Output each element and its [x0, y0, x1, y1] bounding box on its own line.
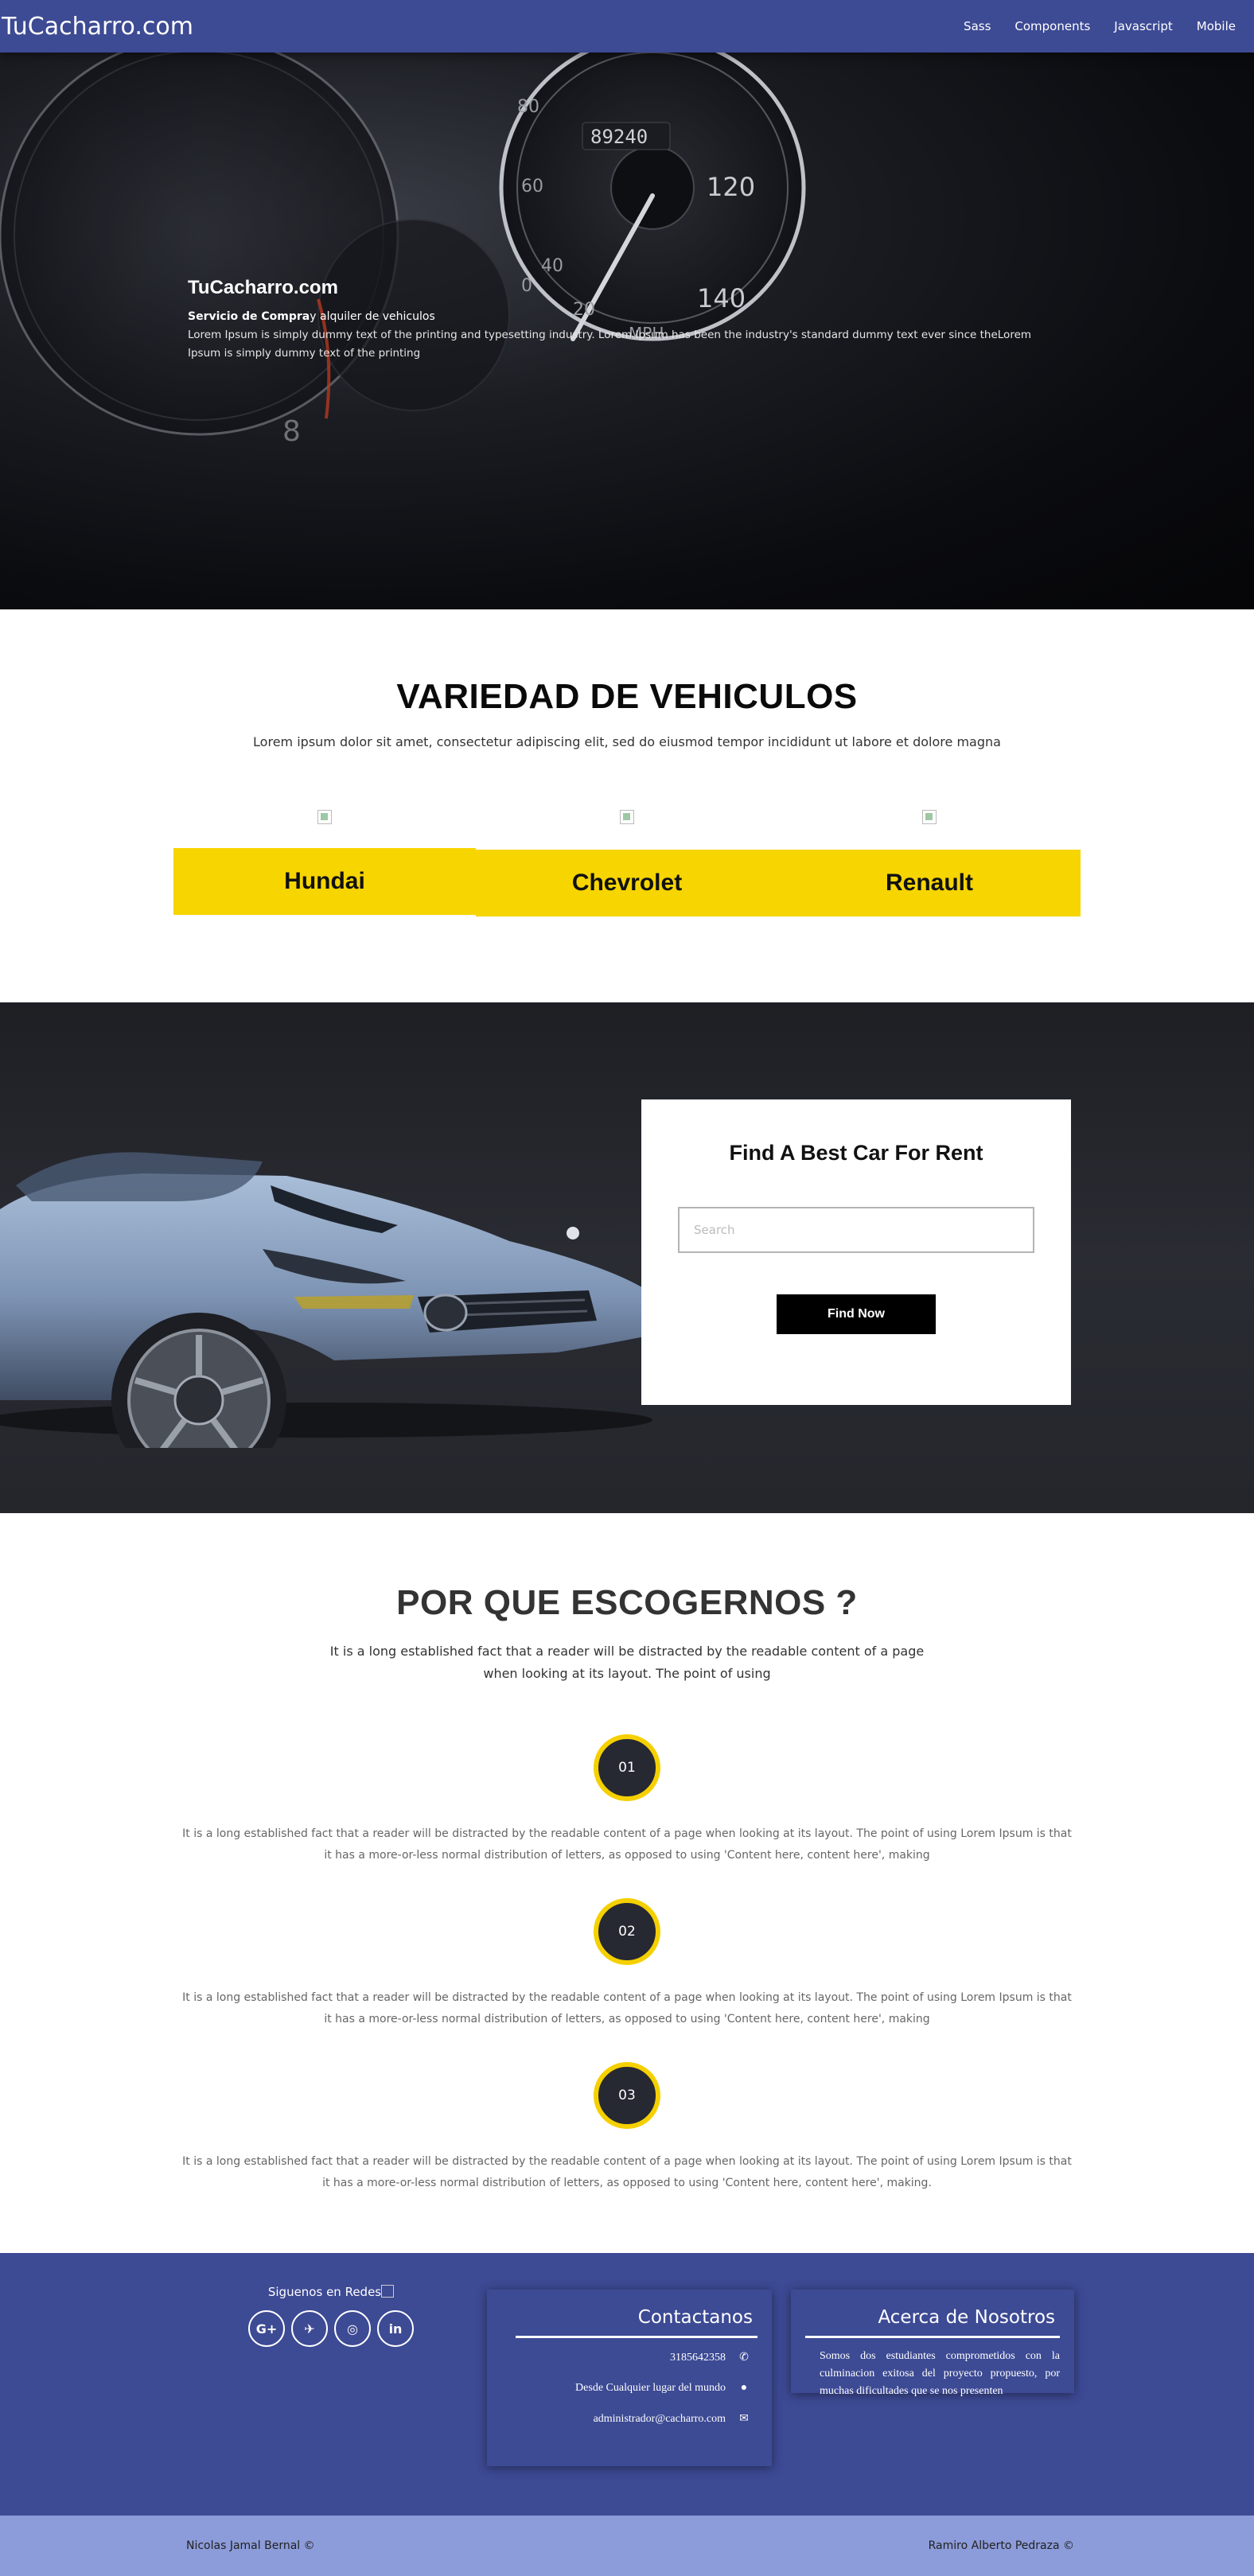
variedad-subtitle: Lorem ipsum dolor sit amet, consectetur … — [253, 734, 1001, 749]
hero-section: 89240 80 60 40 20 0 120 140 MPH 8 TuCach… — [0, 53, 1254, 609]
steps-list: 01 It is a long established fact that a … — [0, 1734, 1254, 2226]
gauge-mark-8: 8 — [282, 415, 301, 448]
car-image — [0, 1152, 652, 1448]
nav-link-components[interactable]: Components — [1003, 19, 1102, 33]
hero-subtitle-bold: Servicio de Compra — [188, 310, 310, 323]
rent-title: Find A Best Car For Rent — [729, 1141, 983, 1165]
hero-subtitle: Servicio de Compray alquiler de vehiculo… — [188, 310, 1047, 323]
brand-card-chevrolet[interactable]: Chevrolet — [476, 810, 778, 916]
envelope-icon: ✉ — [739, 2413, 749, 2425]
step-item: 01 It is a long established fact that a … — [0, 1734, 1254, 1898]
nav-links: Sass Components Javascript Mobile — [952, 19, 1254, 33]
step-number: 03 — [594, 2062, 660, 2129]
hero-title: TuCacharro.com — [188, 277, 338, 298]
linkedin-icon[interactable]: in — [377, 2310, 414, 2347]
author-left: Nicolas Jamal Bernal © — [186, 2539, 315, 2552]
location-text: Desde Cualquier lugar del mundo — [575, 2382, 726, 2394]
brand-list: Hundai Chevrolet Renault — [173, 810, 1081, 918]
brand-card-renault[interactable]: Renault — [778, 810, 1081, 916]
instagram-icon[interactable]: ◎ — [334, 2310, 371, 2347]
step-item: 03 It is a long established fact that a … — [0, 2062, 1254, 2226]
hero-description: Lorem Ipsum is simply dummy text of the … — [188, 329, 1032, 360]
variedad-title: VARIEDAD DE VEHICULOS — [396, 677, 858, 716]
telegram-icon[interactable]: ✈ — [291, 2310, 328, 2347]
rent-section: Find A Best Car For Rent Find Now — [0, 1002, 1254, 1513]
contact-phone: 3185642358 ✆ — [516, 2351, 757, 2364]
hero-subtitle-rest: y alquiler de vehiculos — [310, 310, 435, 323]
phone-text[interactable]: 3185642358 — [670, 2352, 726, 2364]
bottom-bar: Nicolas Jamal Bernal © Ramiro Alberto Pe… — [0, 2516, 1254, 2576]
brand-label: Hundai — [173, 848, 476, 915]
broken-image-icon — [381, 2285, 395, 2298]
broken-image-icon — [922, 810, 937, 824]
contact-email: administrador@cacharro.com ✉ — [516, 2412, 757, 2426]
email-text[interactable]: administrador@cacharro.com — [594, 2413, 726, 2425]
about-card: Acerca de Nosotros Somos dos estudiantes… — [791, 2290, 1074, 2397]
step-number: 01 — [594, 1734, 660, 1801]
gauge-mark-120: 120 — [707, 172, 755, 202]
phone-icon: ✆ — [739, 2352, 749, 2364]
brand-label: Renault — [778, 850, 1081, 916]
gauge-mark-80: 80 — [517, 97, 539, 117]
nav-link-mobile[interactable]: Mobile — [1185, 19, 1248, 33]
brand-logo[interactable]: TuCacharro.com — [2, 13, 193, 41]
broken-image-icon — [620, 810, 634, 824]
footer: Siguenos en Redes G+ ✈ ◎ in Contactanos … — [0, 2253, 1254, 2516]
about-text: Somos dos estudiantes comprometidos con … — [820, 2350, 1060, 2397]
step-text: It is a long established fact that a rea… — [182, 1827, 1072, 1862]
step-text: It is a long established fact that a rea… — [182, 1991, 1072, 2025]
find-now-button[interactable]: Find Now — [777, 1294, 936, 1334]
contact-location: Desde Cualquier lugar del mundo ● — [516, 2382, 757, 2395]
social-block: Siguenos en Redes G+ ✈ ◎ in — [243, 2285, 419, 2347]
hero-text: TuCacharro.com Servicio de Compray alqui… — [188, 277, 1047, 363]
brand-label: Chevrolet — [476, 850, 778, 916]
nav-link-sass[interactable]: Sass — [952, 19, 1003, 33]
gauge-odometer: 89240 — [590, 126, 648, 148]
broken-image-icon — [317, 810, 332, 824]
step-item: 02 It is a long established fact that a … — [0, 1898, 1254, 2062]
rent-search-card: Find A Best Car For Rent Find Now — [641, 1099, 1071, 1405]
map-pin-icon: ● — [740, 2382, 748, 2394]
search-input[interactable] — [678, 1207, 1034, 1253]
social-title: Siguenos en Redes — [243, 2285, 419, 2299]
why-subtitle: It is a long established fact that a rea… — [329, 1644, 925, 1681]
nav-link-javascript[interactable]: Javascript — [1102, 19, 1184, 33]
navbar: TuCacharro.com Sass Components Javascrip… — [0, 0, 1254, 53]
contact-card: Contactanos 3185642358 ✆ Desde Cualquier … — [487, 2290, 772, 2466]
about-divider — [805, 2336, 1060, 2338]
social-title-text: Siguenos en Redes — [267, 2285, 382, 2299]
gauge-mark-60: 60 — [521, 177, 543, 197]
brand-card-hundai[interactable]: Hundai — [173, 810, 476, 915]
about-title: Acerca de Nosotros — [878, 2307, 1055, 2328]
author-right: Ramiro Alberto Pedraza © — [928, 2539, 1074, 2552]
gauge-mark-40: 40 — [541, 256, 563, 276]
contact-title: Contactanos — [637, 2307, 753, 2328]
contact-divider — [516, 2336, 757, 2338]
step-number: 02 — [594, 1898, 660, 1965]
why-section: POR QUE ESCOGERNOS ? It is a long establ… — [0, 1513, 1254, 2253]
variedad-section: VARIEDAD DE VEHICULOS Lorem ipsum dolor … — [0, 609, 1254, 1002]
social-icons: G+ ✈ ◎ in — [243, 2310, 419, 2347]
google-plus-icon[interactable]: G+ — [248, 2310, 285, 2347]
why-title: POR QUE ESCOGERNOS ? — [396, 1583, 858, 1622]
step-text: It is a long established fact that a rea… — [182, 2155, 1072, 2189]
